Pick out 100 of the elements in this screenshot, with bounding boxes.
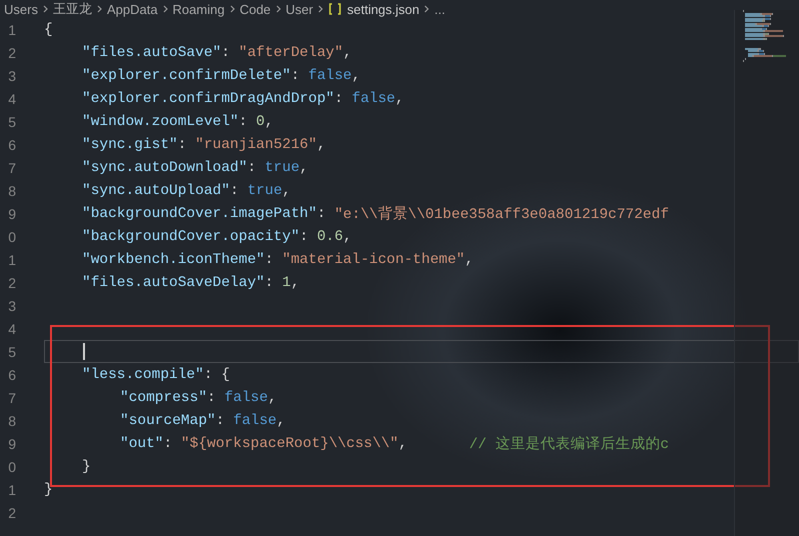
line-number: 6	[7, 366, 16, 382]
punctuation: :	[216, 412, 226, 428]
breadcrumb-item[interactable]: Roaming	[172, 2, 225, 16]
string-value: "material-icon-theme"	[282, 252, 465, 268]
property-key: "sourceMap"	[120, 412, 216, 428]
punctuation: ,	[398, 436, 408, 452]
breadcrumb-item[interactable]: Users	[4, 2, 38, 16]
chevron-icon	[42, 5, 48, 13]
line-number: 5	[7, 344, 16, 360]
line-number: 7	[7, 390, 16, 406]
line-number: 2	[7, 274, 16, 290]
property-key: "sync.autoUpload"	[82, 182, 230, 198]
punctuation: :	[178, 136, 188, 152]
punctuation: ,	[300, 160, 308, 176]
property-key: "compress"	[120, 390, 208, 406]
property-key: "files.autoSaveDelay"	[82, 274, 265, 290]
breadcrumb-item[interactable]: User	[286, 2, 314, 16]
json-file-icon	[328, 3, 342, 15]
property-key: "window.zoomLevel"	[82, 114, 239, 130]
punctuation: ,	[464, 252, 474, 268]
line-number: 2	[7, 44, 16, 60]
property-key: "sync.gist"	[82, 136, 178, 152]
punctuation: :	[300, 228, 310, 244]
punctuation: :	[164, 436, 174, 452]
number-value: 1	[282, 274, 291, 290]
punctuation: :	[264, 252, 274, 268]
boolean-value: false	[224, 390, 268, 406]
line-number: 5	[7, 114, 16, 130]
punctuation: ,	[343, 228, 352, 244]
line-number: 1	[7, 482, 16, 498]
number-value: 0.6	[316, 228, 344, 244]
property-key: "files.autoSave"	[82, 44, 222, 60]
chevron-icon	[162, 5, 168, 13]
line-number: 3	[7, 68, 16, 84]
property-key: "sync.autoDownload"	[82, 160, 248, 176]
punctuation: ,	[264, 114, 274, 130]
line-number: 8	[7, 412, 16, 428]
boolean-value: false	[308, 68, 352, 84]
string-value: "afterDelay"	[238, 44, 344, 60]
boolean-value: true	[247, 182, 282, 198]
line-number: 4	[7, 90, 16, 106]
line-number: 9	[7, 206, 16, 222]
punctuation: }	[82, 458, 91, 474]
punctuation: :	[264, 274, 274, 290]
punctuation: ,	[343, 44, 352, 60]
property-key: "explorer.confirmDragAndDrop"	[82, 90, 334, 106]
punctuation: ,	[276, 412, 286, 428]
chevron-icon	[230, 5, 235, 13]
chevron-icon	[96, 5, 102, 13]
line-number: 1	[7, 22, 16, 38]
punctuation: ,	[290, 274, 300, 290]
text-cursor	[83, 343, 85, 360]
line-number: 1	[7, 252, 16, 268]
number-value: 0	[256, 114, 265, 130]
line-number: 0	[7, 228, 16, 244]
property-key: "backgroundCover.opacity"	[82, 228, 300, 244]
property-key: "explorer.confirmDelete"	[82, 68, 291, 84]
punctuation: :	[334, 90, 344, 106]
line-number: 3	[7, 298, 16, 314]
punctuation: :	[290, 68, 301, 84]
string-value: "ruanjian5216"	[195, 136, 317, 152]
property-key: "workbench.iconTheme"	[82, 252, 265, 268]
property-key: "less.compile"	[82, 366, 204, 382]
line-number: 6	[7, 136, 16, 152]
breadcrumb-item[interactable]: settings.json	[347, 2, 420, 16]
property-key: "out"	[120, 436, 164, 452]
boolean-value: false	[352, 90, 396, 106]
punctuation: }	[44, 482, 53, 498]
punctuation: ,	[268, 390, 277, 406]
line-number: 2	[7, 504, 16, 520]
boolean-value: true	[264, 160, 300, 176]
punctuation: {	[44, 22, 53, 38]
punctuation: :	[316, 206, 327, 222]
breadcrumb-item[interactable]: 王亚龙	[52, 0, 92, 18]
punctuation: ,	[282, 182, 291, 198]
punctuation: ,	[395, 90, 404, 106]
line-number: 0	[7, 458, 16, 474]
punctuation: :	[247, 160, 258, 176]
boolean-value: false	[233, 412, 277, 428]
string-value: "${workspaceRoot}\\css\\"	[180, 436, 398, 452]
line-number: 9	[7, 436, 16, 452]
punctuation: :	[221, 44, 231, 60]
punctuation: : {	[204, 366, 230, 382]
code-comment: // 这里是代表编译后生成的c	[469, 435, 669, 453]
chevron-icon	[318, 5, 324, 13]
punctuation: :	[207, 390, 217, 406]
breadcrumb-item[interactable]: ...	[434, 2, 446, 16]
punctuation: :	[238, 114, 248, 130]
punctuation: ,	[316, 136, 326, 152]
breadcrumb-item[interactable]: AppData	[106, 2, 158, 16]
breadcrumb-item[interactable]: Code	[240, 2, 271, 16]
line-number: 7	[7, 160, 16, 176]
line-number: 8	[7, 182, 16, 198]
string-value: "e:\\背景\\01bee358aff3e0a801219c772edf	[334, 205, 669, 223]
punctuation: ,	[352, 68, 360, 84]
line-number: 4	[7, 320, 16, 336]
punctuation: :	[230, 182, 240, 198]
property-key: "backgroundCover.imagePath"	[82, 206, 317, 222]
chevron-icon	[424, 5, 430, 13]
chevron-icon	[276, 5, 281, 13]
